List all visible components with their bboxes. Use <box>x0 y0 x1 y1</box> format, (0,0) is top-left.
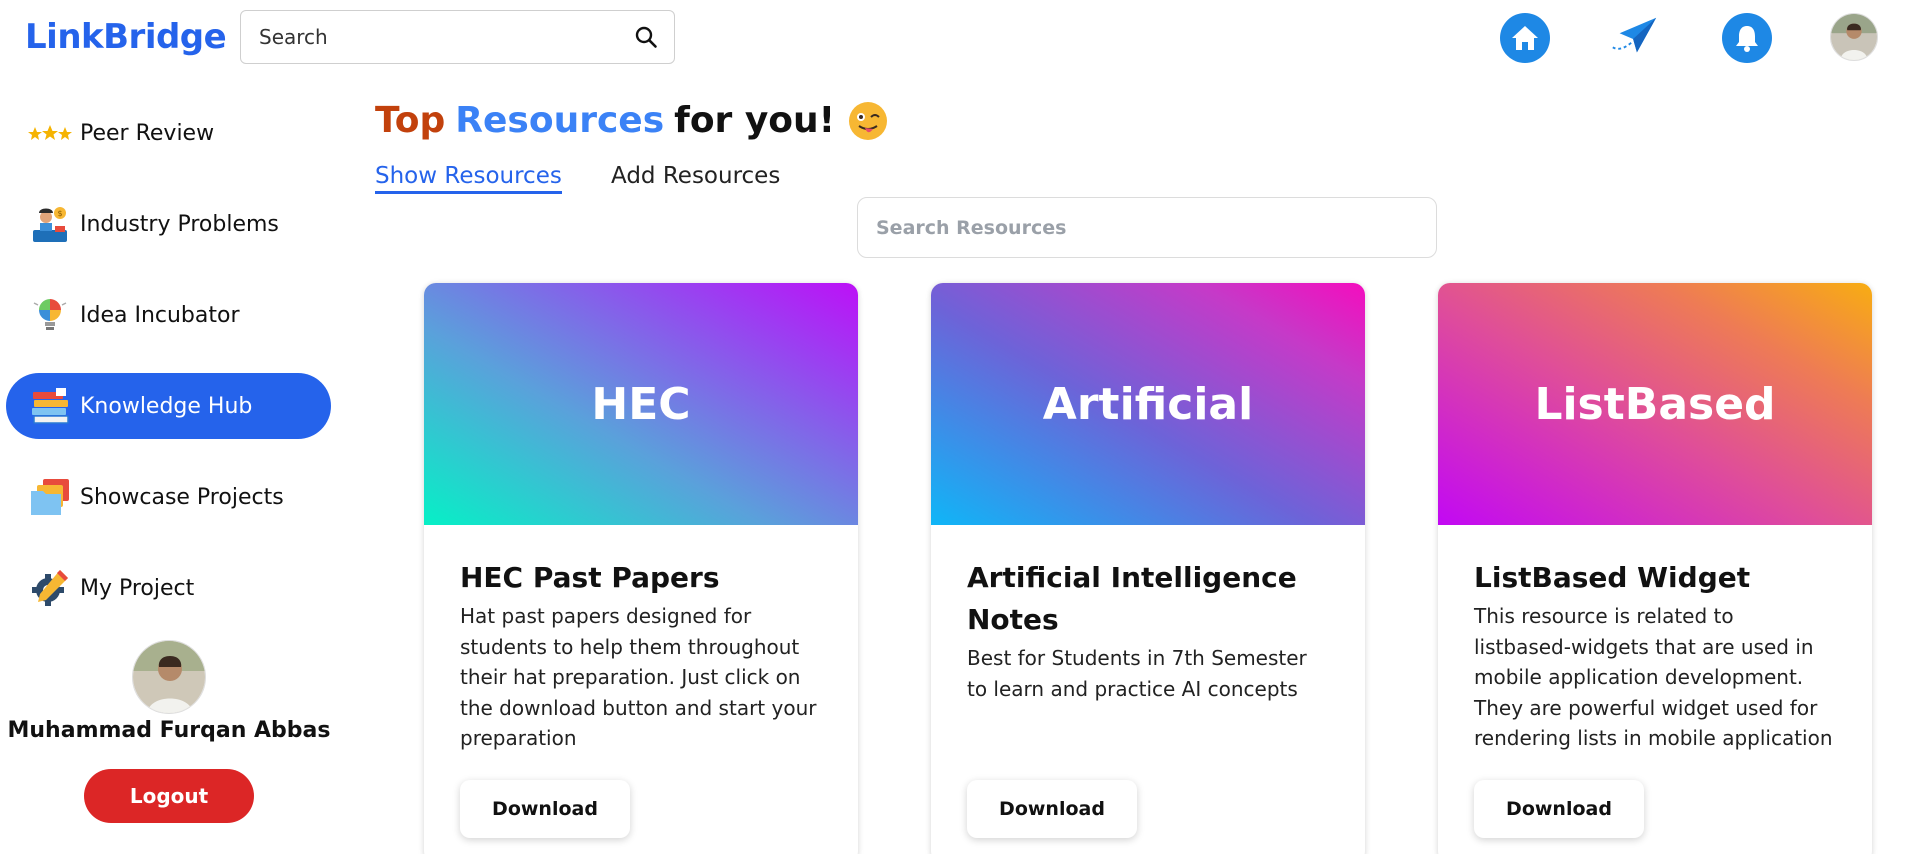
title-for-you: for you! <box>674 100 836 141</box>
app-logo[interactable]: LinkBridge <box>25 17 227 57</box>
profile-name: Muhammad Furqan Abbas <box>7 718 331 743</box>
sidebar-item-label: My Project <box>80 575 195 601</box>
resource-search <box>857 197 1437 258</box>
profile-avatar[interactable] <box>132 640 206 714</box>
winking-tongue-emoji-icon <box>849 101 888 140</box>
card-description: This resource is related to listbased-wi… <box>1474 604 1833 750</box>
card-banner: HEC <box>424 283 858 525</box>
avatar[interactable] <box>1830 13 1878 61</box>
card-title: ListBased Widget <box>1474 561 1751 594</box>
resource-card: Artificial Artificial Intelligence Notes… <box>931 283 1365 854</box>
resource-search-input[interactable] <box>876 216 1418 239</box>
tab-add-resources[interactable]: Add Resources <box>611 163 780 189</box>
sidebar-item-idea-incubator[interactable]: Idea Incubator <box>6 282 331 348</box>
card-banner-text: ListBased <box>1534 378 1776 430</box>
sidebar-item-peer-review[interactable]: Peer Review <box>6 100 331 166</box>
sidebar-item-label: Idea Incubator <box>80 302 240 328</box>
sidebar-item-industry-problems[interactable]: $ Industry Problems <box>6 191 331 257</box>
bell-icon[interactable] <box>1722 13 1772 63</box>
sidebar-item-label: Knowledge Hub <box>80 393 253 419</box>
global-search <box>240 10 675 64</box>
card-title: HEC Past Papers <box>460 561 720 594</box>
gear-pencil-icon <box>28 566 72 610</box>
search-icon[interactable] <box>632 23 660 51</box>
logout-button[interactable]: Logout <box>84 769 254 823</box>
search-input[interactable] <box>259 25 632 49</box>
home-icon[interactable] <box>1500 13 1550 63</box>
worker-icon: $ <box>28 202 72 246</box>
books-icon <box>28 384 72 428</box>
svg-text:$: $ <box>58 209 63 218</box>
page-title: Top Resources for you! <box>375 100 888 141</box>
sidebar-item-label: Showcase Projects <box>80 484 284 510</box>
sidebar-item-knowledge-hub[interactable]: Knowledge Hub <box>6 373 331 439</box>
title-top: Top <box>375 100 446 141</box>
download-button[interactable]: Download <box>460 780 630 838</box>
card-description: Hat past papers designed for students to… <box>460 604 817 750</box>
tab-show-resources[interactable]: Show Resources <box>375 163 562 194</box>
card-banner-text: Artificial <box>1042 378 1254 430</box>
resource-card: HEC HEC Past Papers Hat past papers desi… <box>424 283 858 854</box>
lightbulb-icon <box>28 293 72 337</box>
stars-icon <box>28 111 72 155</box>
sidebar-item-my-project[interactable]: My Project <box>6 555 331 621</box>
card-banner: ListBased <box>1438 283 1872 525</box>
download-button[interactable]: Download <box>967 780 1137 838</box>
sidebar-item-label: Industry Problems <box>80 211 279 237</box>
card-description: Best for Students in 7th Semester to lea… <box>967 646 1307 701</box>
card-banner-text: HEC <box>591 378 691 430</box>
folders-icon <box>28 475 72 519</box>
card-title: Artificial Intelligence Notes <box>967 561 1297 636</box>
card-banner: Artificial <box>931 283 1365 525</box>
sidebar-item-label: Peer Review <box>80 120 215 146</box>
resource-card: ListBased ListBased Widget This resource… <box>1438 283 1872 854</box>
sidebar-item-showcase-projects[interactable]: Showcase Projects <box>6 464 331 530</box>
send-icon[interactable] <box>1610 13 1660 63</box>
title-resources: Resources <box>455 100 665 141</box>
download-button[interactable]: Download <box>1474 780 1644 838</box>
